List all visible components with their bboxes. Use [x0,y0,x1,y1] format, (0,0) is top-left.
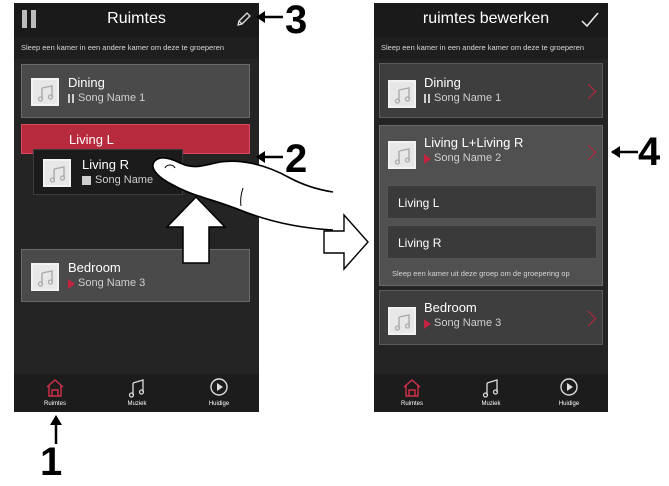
drag-hint: Sleep een kamer in een andere kamer om d… [14,37,259,59]
room-card-bedroom[interactable]: Bedroom Song Name 3 [379,290,603,345]
tab-ruimtes[interactable]: Ruimtes [377,374,447,412]
left-header: Ruimtes [14,3,259,37]
music-note-icon [128,379,145,398]
play-circle-icon [560,378,578,396]
music-note-icon [482,379,499,398]
checkmark-icon[interactable] [581,12,599,28]
chevron-right-icon[interactable] [580,83,597,100]
tab-label: Ruimtes [43,401,66,407]
song-name: Song Name 1 [434,92,502,104]
callout-4-arrow-icon [611,146,638,158]
room-card-dining[interactable]: Dining Song Name 1 [21,64,250,118]
tab-label: Muziek [127,401,147,407]
room-name: Living R [82,157,129,172]
drag-hint: Sleep een kamer in een andere kamer om d… [374,37,608,59]
room-name: Dining [68,75,105,90]
room-name: Dining [424,75,461,90]
song-name: Song Name 1 [78,92,146,104]
music-note-icon [388,307,416,335]
music-note-icon [31,263,59,291]
tab-label: Ruimtes [400,401,423,407]
right-tab-bar: Ruimtes Muziek Huidige [374,374,608,412]
page-title: ruimtes bewerken [422,10,550,27]
tab-label: Huidige [208,401,230,407]
music-note-icon [388,141,416,169]
tab-huidige[interactable]: Huidige [534,374,604,412]
tab-label: Muziek [481,401,501,407]
music-note-icon [31,78,59,106]
song-name: Song Name 2 [434,152,502,164]
sub-room-name: Living L [398,196,440,210]
page-title: Ruimtes [107,10,166,27]
group-hint: Sleep een kamer uit deze groep om de gro… [392,269,570,278]
tab-muziek[interactable]: Muziek [456,374,526,412]
callout-3: 3 [285,0,308,42]
room-group-living[interactable]: Living L+Living R Song Name 2 Living L L… [379,125,603,286]
sub-room-name: Living R [398,236,442,250]
edit-pencil-icon[interactable] [236,11,252,32]
room-name: Bedroom [424,300,477,315]
song-name: Song Name 3 [78,277,146,289]
room-name: Bedroom [68,260,121,275]
play-circle-icon [210,378,228,396]
playing-icon [68,279,75,289]
house-icon [403,379,421,397]
sub-room-living-r[interactable]: Living R [387,225,597,259]
playing-icon [424,154,431,164]
house-icon [46,379,64,397]
callout-2: 2 [285,137,308,181]
right-header: ruimtes bewerken [374,3,608,37]
room-name: Living L [69,132,114,147]
callout-1: 1 [40,440,63,484]
song-name: Song Name 3 [434,317,502,329]
left-tab-bar: Ruimtes Muziek Huidige [14,374,259,412]
right-arrow-icon [323,213,369,271]
paused-icon [68,94,75,103]
chevron-right-icon[interactable] [580,310,597,327]
room-name: Living L+Living R [424,135,524,150]
right-phone-screen: ruimtes bewerken Sleep een kamer in een … [374,3,608,412]
callout-2-arrow-icon [256,151,283,163]
music-note-icon [388,80,416,108]
callout-4: 4 [638,130,661,174]
tab-huidige[interactable]: Huidige [184,374,254,412]
tab-muziek[interactable]: Muziek [102,374,172,412]
room-card-dining[interactable]: Dining Song Name 1 [379,63,603,118]
chevron-right-icon[interactable] [580,144,597,161]
stop-icon [82,176,91,185]
music-note-icon [43,159,71,187]
callout-3-arrow-icon [256,11,283,23]
playing-icon [424,319,431,329]
tab-ruimtes[interactable]: Ruimtes [20,374,90,412]
sub-room-living-l[interactable]: Living L [387,185,597,219]
tab-label: Huidige [558,401,580,407]
paused-icon [424,94,431,103]
